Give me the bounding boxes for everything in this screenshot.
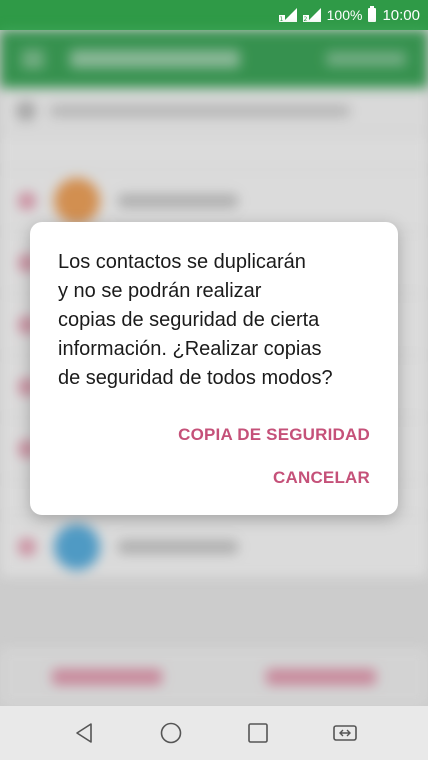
- recents-icon[interactable]: [238, 713, 278, 753]
- signal-sim2-icon: 2: [302, 8, 321, 22]
- svg-text:2: 2: [303, 16, 307, 22]
- clock: 10:00: [382, 6, 420, 24]
- navigation-bar: [0, 706, 428, 760]
- battery-percent: 100%: [326, 7, 363, 23]
- home-icon[interactable]: [151, 713, 191, 753]
- backup-confirmation-dialog: Los contactos se duplicarán y no se podr…: [30, 222, 398, 515]
- dialog-message: Los contactos se duplicarán y no se podr…: [58, 251, 333, 389]
- back-icon[interactable]: [64, 713, 104, 753]
- signal-sim1-icon: 1: [278, 8, 297, 22]
- backup-button[interactable]: COPIA DE SEGURIDAD: [178, 425, 370, 445]
- status-bar: 1 2 100% 10:00: [0, 0, 428, 30]
- cancel-button[interactable]: CANCELAR: [273, 468, 370, 488]
- battery-icon: [368, 6, 377, 22]
- svg-text:1: 1: [279, 16, 283, 22]
- dual-window-icon[interactable]: [325, 713, 365, 753]
